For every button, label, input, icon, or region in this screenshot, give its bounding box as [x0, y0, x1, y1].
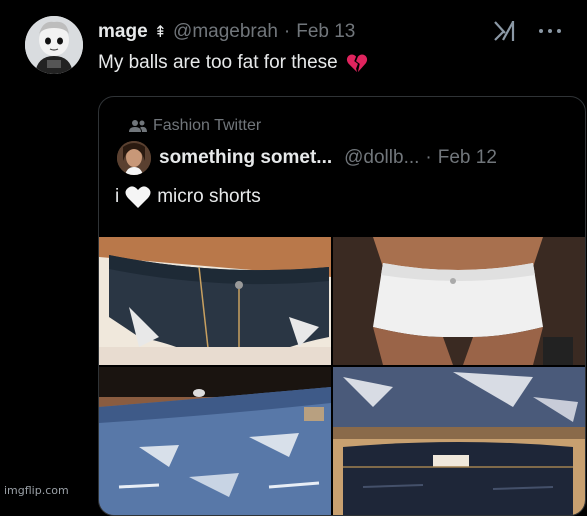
- watermark: imgflip.com: [4, 484, 69, 497]
- quoted-author-handle[interactable]: @dollb...: [344, 147, 419, 169]
- author-badge: ⇞: [153, 24, 168, 41]
- community-tag[interactable]: Fashion Twitter: [129, 117, 261, 135]
- community-icon: [129, 120, 147, 132]
- more-options-icon[interactable]: [539, 28, 561, 34]
- quoted-author-name[interactable]: something somet...: [159, 147, 332, 169]
- white-heart-icon: [125, 186, 151, 208]
- author-handle[interactable]: @magebrah: [173, 21, 278, 43]
- quoted-tweet-header: something somet... @dollb... · Feb 12: [117, 141, 497, 175]
- quoted-tweet-text: i micro shorts: [115, 185, 261, 209]
- quoted-text-after: micro shorts: [157, 186, 261, 207]
- quoted-separator: ·: [425, 147, 432, 168]
- tweet-text: My balls are too fat for these: [98, 52, 368, 74]
- quoted-author-avatar[interactable]: [117, 141, 151, 175]
- quoted-tweet[interactable]: Fashion Twitter something somet... @doll…: [98, 96, 586, 516]
- header-separator: ·: [283, 21, 291, 42]
- author-avatar[interactable]: [25, 16, 83, 74]
- community-label: Fashion Twitter: [153, 117, 262, 134]
- dark-denim-shorts-photo[interactable]: [99, 237, 331, 365]
- white-denim-shorts-photo[interactable]: [333, 237, 585, 365]
- tweet-actions-top: [493, 20, 561, 42]
- quoted-text-before: i: [115, 186, 120, 207]
- media-grid: [99, 237, 585, 515]
- broken-heart-icon: [346, 54, 367, 73]
- quoted-date[interactable]: Feb 12: [438, 147, 497, 169]
- tweet-date[interactable]: Feb 13: [296, 21, 355, 43]
- distressed-blue-shorts-photo[interactable]: [99, 367, 331, 515]
- author-name[interactable]: mage: [98, 21, 148, 43]
- tweet-text-content: My balls are too fat for these: [98, 52, 338, 73]
- tweet-header: mage ⇞ @magebrah · Feb 13: [98, 20, 355, 44]
- grok-icon[interactable]: [493, 20, 517, 42]
- folded-shorts-photo[interactable]: [333, 367, 585, 515]
